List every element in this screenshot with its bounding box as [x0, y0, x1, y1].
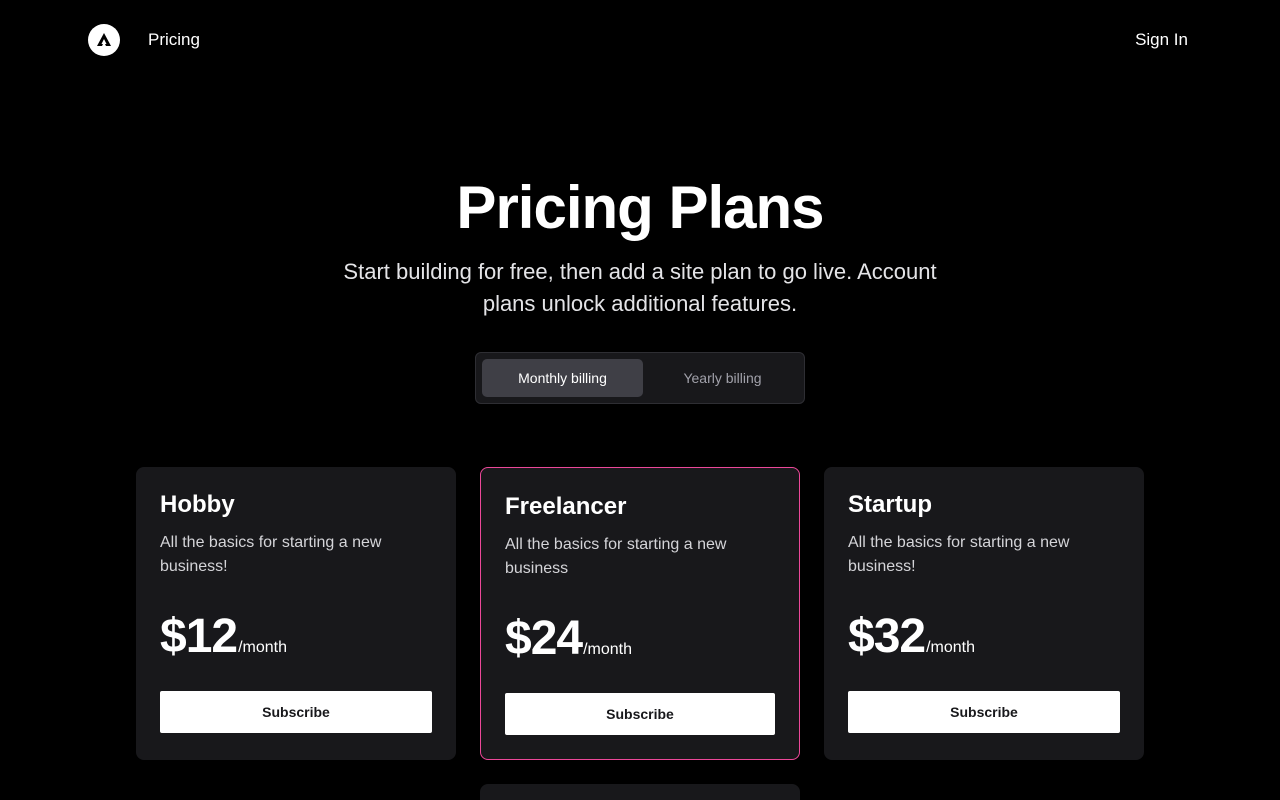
plan-period: /month: [238, 639, 288, 656]
billing-toggle: Monthly billing Yearly billing: [475, 352, 805, 404]
triangle-logo-icon: [97, 33, 111, 46]
plan-card-startup: Startup All the basics for starting a ne…: [824, 467, 1144, 760]
plan-price-row: $12 /month: [160, 609, 287, 665]
subscribe-button-hobby[interactable]: Subscribe: [160, 691, 432, 733]
page-title: Pricing Plans: [456, 174, 824, 241]
yearly-billing-button[interactable]: Yearly billing: [642, 359, 803, 397]
monthly-billing-button[interactable]: Monthly billing: [482, 359, 643, 397]
plan-price-row: $24 /month: [505, 611, 632, 667]
plan-price: $32: [848, 610, 926, 663]
subscribe-button-startup[interactable]: Subscribe: [848, 691, 1120, 733]
plan-price: $12: [160, 610, 238, 663]
subscribe-button-freelancer[interactable]: Subscribe: [505, 693, 775, 735]
logo[interactable]: [88, 24, 120, 56]
plan-name: Freelancer: [505, 493, 627, 520]
plan-card-freelancer: Freelancer All the basics for starting a…: [480, 467, 800, 760]
plan-description: All the basics for starting a new busine…: [505, 536, 727, 577]
plan-description: All the basics for starting a new busine…: [160, 534, 382, 575]
plan-period: /month: [583, 641, 633, 658]
plan-price-row: $32 /month: [848, 609, 975, 665]
plan-description: All the basics for starting a new busine…: [848, 534, 1070, 575]
plan-name: Hobby: [160, 491, 235, 518]
sign-in-link[interactable]: Sign In: [1135, 30, 1188, 50]
nav-link-pricing[interactable]: Pricing: [148, 30, 200, 50]
plan-card-hobby: Hobby All the basics for starting a new …: [136, 467, 456, 760]
plan-name: Startup: [848, 491, 932, 518]
pricing-page: Pricing Sign In Pricing Plans Start buil…: [0, 0, 1280, 800]
plan-card-partial: [480, 784, 800, 800]
site-header: Pricing Sign In: [0, 0, 1280, 80]
page-subtitle: Start building for free, then add a site…: [343, 259, 937, 316]
plan-price: $24: [505, 612, 583, 665]
plan-period: /month: [926, 639, 976, 656]
